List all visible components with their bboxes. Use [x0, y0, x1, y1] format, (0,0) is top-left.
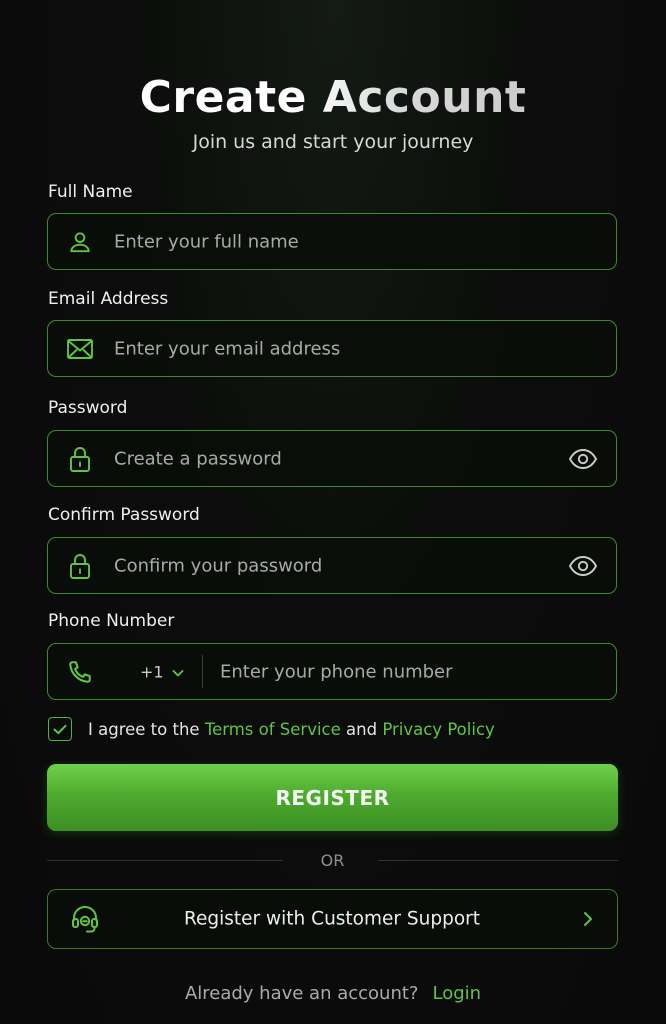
phone-label: Phone Number [48, 611, 175, 631]
phone-icon [66, 658, 94, 686]
create-account-screen: Create Account Join us and start your jo… [0, 0, 666, 1024]
login-prompt: Already have an account? Login [0, 983, 666, 1004]
register-with-support-button[interactable]: Register with Customer Support [47, 889, 618, 949]
full-name-label: Full Name [48, 182, 133, 202]
support-button-label: Register with Customer Support [183, 908, 481, 930]
eye-icon[interactable] [568, 447, 598, 471]
phone-field: +1 Enter your phone number [47, 643, 617, 700]
or-label: OR [320, 851, 345, 870]
country-code-value: +1 [140, 662, 164, 681]
confirm-password-input[interactable]: Confirm your password [47, 537, 617, 594]
terms-of-service-link[interactable]: Terms of Service [205, 720, 341, 739]
confirm-password-placeholder: Confirm your password [114, 555, 323, 576]
password-input[interactable]: Create a password [47, 430, 617, 487]
or-divider: OR [47, 850, 618, 872]
terms-agreement: I agree to the Terms of Service and Priv… [48, 716, 495, 742]
agree-checkbox[interactable] [48, 717, 72, 741]
register-button[interactable]: REGISTER [47, 764, 618, 831]
privacy-policy-link[interactable]: Privacy Policy [382, 720, 494, 739]
login-prompt-text: Already have an account? [184, 983, 419, 1004]
page-subtitle: Join us and start your journey [192, 131, 474, 153]
envelope-icon [66, 335, 94, 363]
agree-text: I agree to the Terms of Service and Priv… [88, 720, 495, 739]
email-placeholder: Enter your email address [114, 338, 341, 359]
lock-icon [66, 445, 94, 473]
lock-icon [66, 552, 94, 580]
phone-divider [202, 655, 203, 688]
agree-prefix: I agree to the [88, 719, 200, 739]
email-input[interactable]: Enter your email address [47, 320, 617, 377]
phone-input[interactable]: Enter your phone number [220, 661, 453, 682]
page-title: Create Account [0, 72, 666, 123]
email-label: Email Address [48, 289, 169, 309]
password-placeholder: Create a password [114, 448, 282, 469]
eye-icon[interactable] [568, 554, 598, 578]
login-link[interactable]: Login [432, 983, 481, 1004]
password-label: Password [48, 398, 128, 418]
full-name-placeholder: Enter your full name [114, 231, 299, 252]
chevron-right-icon [579, 910, 597, 928]
agree-conjunction: and [346, 719, 378, 739]
chevron-down-icon [172, 662, 184, 681]
confirm-password-label: Confirm Password [48, 505, 200, 525]
full-name-input[interactable]: Enter your full name [47, 213, 617, 270]
country-code-select[interactable]: +1 [140, 662, 184, 681]
user-icon [66, 228, 94, 256]
